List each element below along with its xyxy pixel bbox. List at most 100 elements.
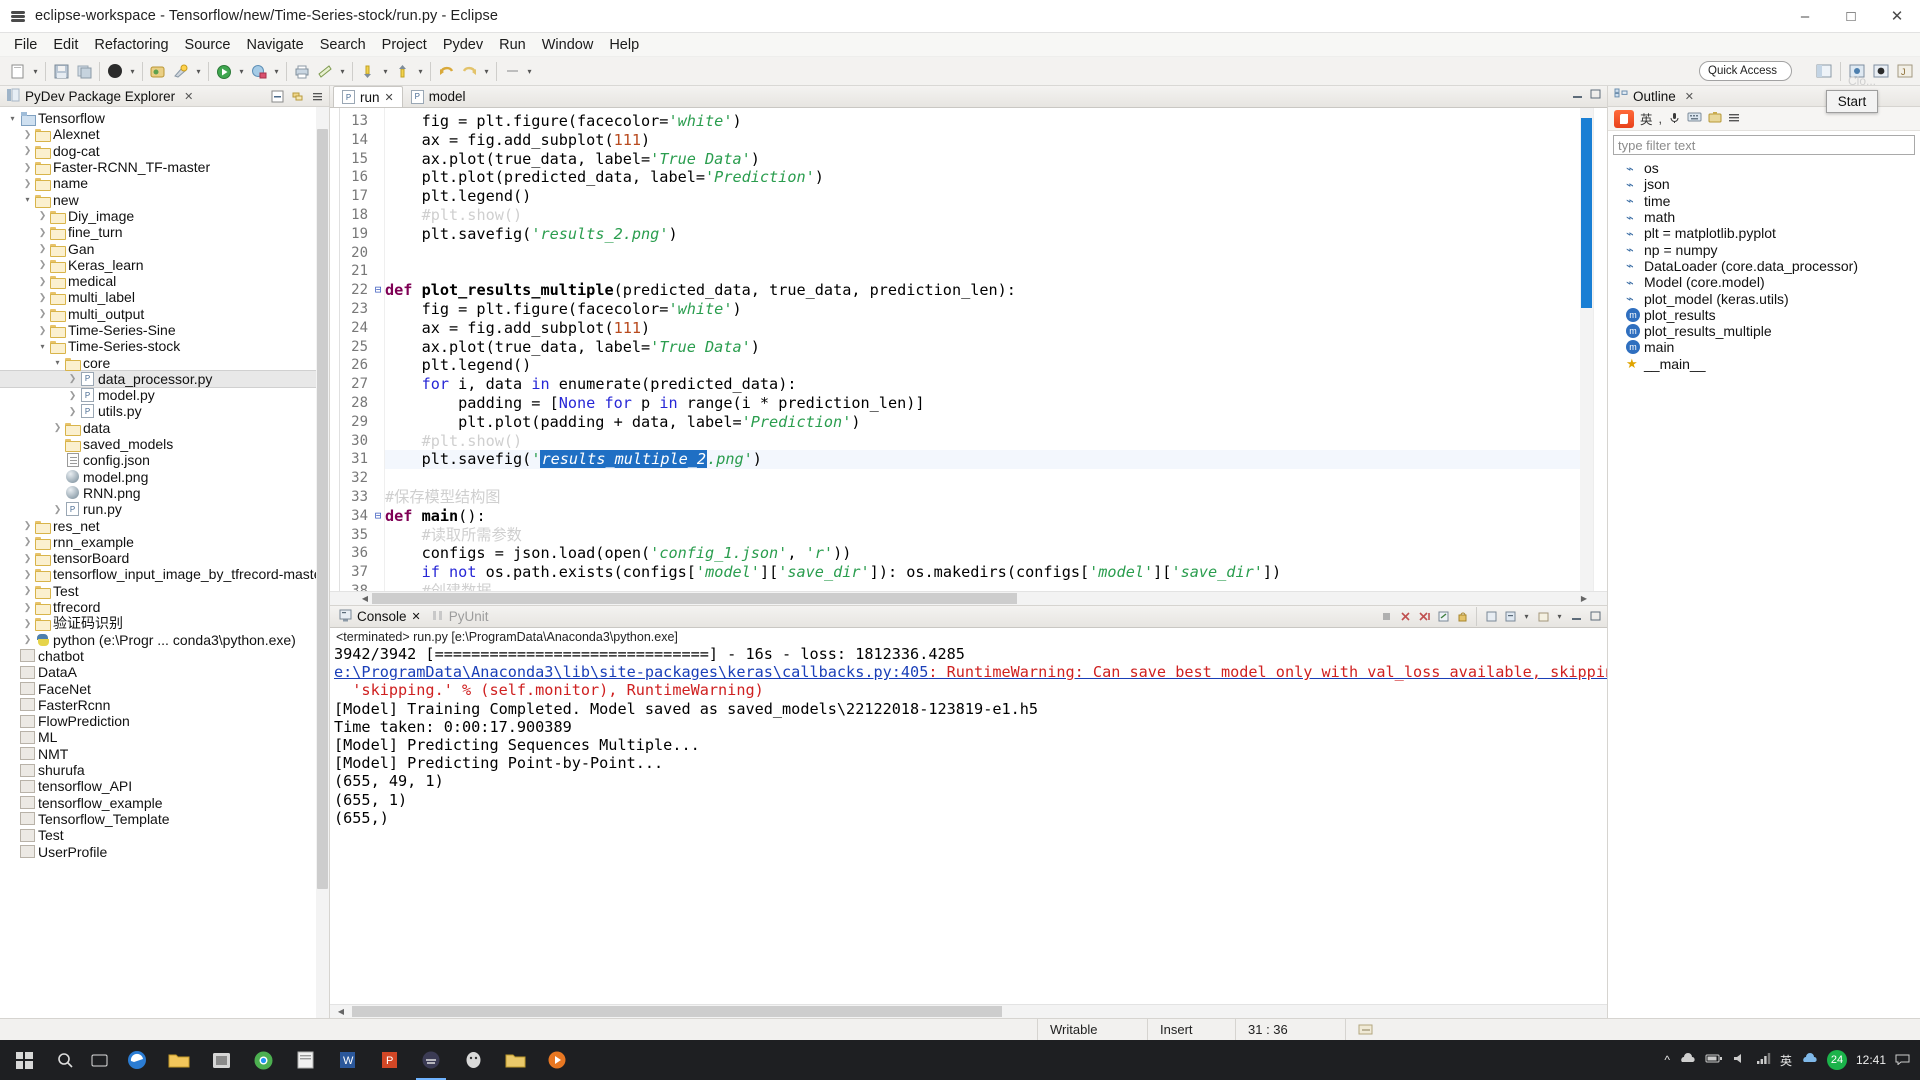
coverage-dropdown-caret[interactable]: ▾ bbox=[271, 60, 282, 82]
code-line[interactable]: plt.savefig('results_2.png') bbox=[385, 225, 1607, 244]
menu-edit[interactable]: Edit bbox=[45, 35, 86, 55]
tree-item[interactable]: UserProfile bbox=[0, 843, 329, 860]
code-line[interactable]: #plt.show() bbox=[385, 432, 1607, 451]
taskbar-app-qq[interactable] bbox=[452, 1040, 494, 1080]
tree-item[interactable]: ▾ Time-Series-stock bbox=[0, 338, 329, 355]
open-console-caret[interactable]: ▾ bbox=[1554, 606, 1565, 628]
ime-menu-icon[interactable] bbox=[1728, 111, 1740, 126]
outline-item[interactable]: os bbox=[1608, 160, 1920, 176]
taskbar-search-icon[interactable] bbox=[48, 1040, 82, 1080]
outline-item[interactable]: m main bbox=[1608, 339, 1920, 355]
tree-item[interactable]: ❯ Faster-RCNN_TF-master bbox=[0, 159, 329, 176]
tree-item[interactable]: Test bbox=[0, 827, 329, 843]
collapsed-twisty-icon[interactable]: ❯ bbox=[21, 618, 34, 629]
collapsed-twisty-icon[interactable]: ❯ bbox=[21, 602, 34, 613]
tree-item[interactable]: tensorflow_example bbox=[0, 794, 329, 811]
pin-caret[interactable]: ▾ bbox=[524, 60, 535, 82]
explorer-close-icon[interactable]: ✕ bbox=[184, 90, 193, 103]
coverage-icon[interactable] bbox=[248, 60, 270, 82]
code-line[interactable] bbox=[385, 244, 1607, 263]
console-link-line[interactable]: e:\ProgramData\Anaconda3\lib\site-packag… bbox=[334, 663, 1607, 681]
taskbar-app-chrome[interactable] bbox=[242, 1040, 284, 1080]
console-hscroll-thumb[interactable] bbox=[352, 1006, 1002, 1017]
outline-item[interactable]: m plot_results_multiple bbox=[1608, 323, 1920, 339]
taskbar-app-store[interactable] bbox=[200, 1040, 242, 1080]
previous-annotation-caret[interactable]: ▾ bbox=[415, 60, 426, 82]
collapsed-twisty-icon[interactable]: ❯ bbox=[66, 390, 79, 401]
menu-navigate[interactable]: Navigate bbox=[238, 35, 311, 55]
terminate-icon[interactable] bbox=[1378, 609, 1394, 625]
remove-all-icon[interactable] bbox=[1416, 609, 1432, 625]
ime-mic-icon[interactable] bbox=[1668, 111, 1681, 127]
display-selected-console-icon[interactable] bbox=[1502, 609, 1518, 625]
tray-ime-label[interactable]: 英 bbox=[1780, 1052, 1792, 1069]
collapsed-twisty-icon[interactable]: ❯ bbox=[21, 162, 34, 173]
code-line[interactable]: padding = [None for p in range(i * predi… bbox=[385, 394, 1607, 413]
outline-item[interactable]: np = numpy bbox=[1608, 241, 1920, 258]
collapsed-twisty-icon[interactable]: ❯ bbox=[21, 553, 34, 564]
windows-start-button[interactable] bbox=[0, 1040, 48, 1080]
code-editor[interactable]: 13 14 15 16 17 18 19 20 21 22 23 24 25 26 27 28 29 30 31 32… bbox=[330, 108, 1607, 591]
minimize-button[interactable]: – bbox=[1782, 0, 1828, 33]
editor-scroll-thumb[interactable] bbox=[1581, 118, 1592, 308]
tree-item[interactable]: ❯ Diy_image bbox=[0, 208, 329, 224]
sogou-logo-icon[interactable] bbox=[1614, 109, 1634, 128]
back-icon[interactable] bbox=[435, 60, 457, 82]
previous-annotation-icon[interactable] bbox=[392, 60, 414, 82]
collapsed-twisty-icon[interactable]: ❯ bbox=[21, 178, 34, 189]
hscroll-left-arrow[interactable]: ◀ bbox=[358, 592, 372, 605]
taskbar-app-edge[interactable] bbox=[116, 1040, 158, 1080]
code-line[interactable]: #读取所需参数 bbox=[385, 526, 1607, 545]
editor-minimize-icon[interactable] bbox=[1571, 87, 1584, 104]
ime-keyboard-icon[interactable] bbox=[1687, 111, 1702, 126]
menu-refactoring[interactable]: Refactoring bbox=[86, 35, 176, 55]
tree-item[interactable]: ❯ run.py bbox=[0, 501, 329, 517]
tree-item[interactable]: FasterRcnn bbox=[0, 697, 329, 713]
run-dropdown-caret[interactable]: ▾ bbox=[236, 60, 247, 82]
view-menu-icon[interactable] bbox=[309, 88, 325, 104]
tree-item[interactable]: ❯ utils.py bbox=[0, 403, 329, 419]
outline-item[interactable]: ★ __main__ bbox=[1608, 356, 1920, 372]
tree-item[interactable]: ❯ multi_label bbox=[0, 289, 329, 306]
console-hscroll-left-arrow[interactable]: ◀ bbox=[334, 1005, 348, 1018]
outline-item[interactable]: Model (core.model) bbox=[1608, 274, 1920, 290]
collapsed-twisty-icon[interactable]: ❯ bbox=[21, 129, 34, 140]
new-dropdown-caret[interactable]: ▾ bbox=[30, 60, 41, 82]
tray-onedrive-icon[interactable] bbox=[1679, 1052, 1696, 1068]
code-line[interactable] bbox=[385, 262, 1607, 281]
collapsed-twisty-icon[interactable]: ❯ bbox=[21, 536, 34, 547]
menu-run[interactable]: Run bbox=[491, 35, 534, 55]
menu-search[interactable]: Search bbox=[312, 35, 374, 55]
collapsed-twisty-icon[interactable]: ❯ bbox=[36, 227, 49, 238]
code-line[interactable]: plt.plot(padding + data, label='Predicti… bbox=[385, 413, 1607, 432]
taskbar-clock[interactable]: 12:41 bbox=[1856, 1053, 1886, 1067]
collapsed-twisty-icon[interactable]: ❯ bbox=[36, 308, 49, 319]
collapsed-twisty-icon[interactable]: ❯ bbox=[66, 406, 79, 417]
code-line[interactable]: ax = fig.add_subplot(111) bbox=[385, 131, 1607, 150]
ime-language-label[interactable]: 英 bbox=[1640, 109, 1653, 128]
tree-item[interactable]: ❯ model.py bbox=[0, 387, 329, 403]
tree-item[interactable]: ❯ tensorBoard bbox=[0, 550, 329, 567]
expanded-twisty-icon[interactable]: ▾ bbox=[6, 114, 19, 123]
tree-item[interactable]: ❯ data_processor.py bbox=[0, 369, 329, 389]
tree-item[interactable]: model.png bbox=[0, 469, 329, 485]
collapsed-twisty-icon[interactable]: ❯ bbox=[21, 569, 34, 580]
menu-pydev[interactable]: Pydev bbox=[435, 35, 491, 55]
menu-project[interactable]: Project bbox=[374, 35, 435, 55]
save-icon[interactable] bbox=[50, 60, 72, 82]
code-line[interactable]: def plot_results_multiple(predicted_data… bbox=[385, 281, 1607, 300]
tray-volume-icon[interactable] bbox=[1732, 1052, 1747, 1068]
tree-item[interactable]: ▾ core bbox=[0, 354, 329, 371]
tree-item[interactable]: ❯ res_net bbox=[0, 517, 329, 534]
tree-item[interactable]: ❯ data bbox=[0, 420, 329, 436]
tree-item[interactable]: chatbot bbox=[0, 648, 329, 664]
menu-window[interactable]: Window bbox=[534, 35, 602, 55]
menu-file[interactable]: File bbox=[6, 35, 45, 55]
code-line[interactable]: #创建数据 bbox=[385, 582, 1607, 591]
tree-item[interactable]: ML bbox=[0, 729, 329, 745]
code-line[interactable]: plt.savefig('results_multiple_2.png') bbox=[385, 450, 1607, 470]
tray-notification-badge[interactable]: 24 bbox=[1826, 1050, 1847, 1070]
folding-column[interactable]: ⊟ ⊟ bbox=[372, 108, 385, 591]
search-declaration-icon[interactable] bbox=[314, 60, 336, 82]
editor-tab-close-icon[interactable]: ✕ bbox=[385, 91, 394, 104]
